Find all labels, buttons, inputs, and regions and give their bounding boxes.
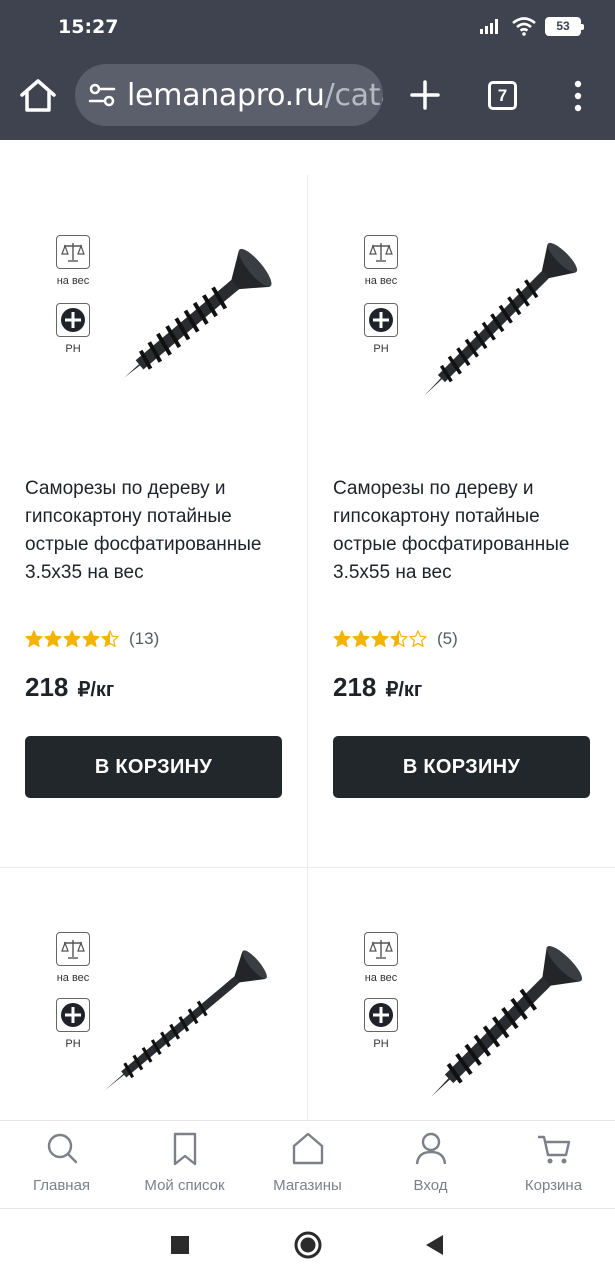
- product-grid: на вес PH Саморезы по дереву и гипсокарт…: [0, 140, 615, 1120]
- search-icon: [47, 1133, 77, 1164]
- phillips-icon: [61, 308, 85, 332]
- site-settings-icon[interactable]: [87, 80, 117, 110]
- tab-switcher-button[interactable]: 7: [488, 81, 517, 110]
- star-icon: [333, 630, 351, 647]
- rating-stars: [25, 630, 119, 648]
- nav-my-list[interactable]: Мой список: [123, 1121, 246, 1208]
- star-icon: [25, 630, 43, 647]
- browser-toolbar: lemanapro.ru/cata 7: [0, 52, 615, 140]
- product-rating: (13): [25, 629, 159, 649]
- product-price: 218 ₽/кг: [25, 672, 115, 702]
- product-title[interactable]: Саморезы по дереву и гипсокартону потайн…: [333, 475, 595, 587]
- nav-cart[interactable]: Корзина: [492, 1121, 615, 1208]
- bookmark-icon: [173, 1132, 196, 1166]
- product-image[interactable]: на вес PH: [308, 175, 615, 465]
- bottom-navigation: Главная Мой список Магазины Вход Корзина: [0, 1120, 615, 1208]
- add-to-cart-button[interactable]: В КОРЗИНУ: [333, 736, 590, 798]
- product-card[interactable]: на вес PH: [308, 868, 615, 1120]
- star-icon: [409, 630, 427, 647]
- weight-badge: на вес: [363, 932, 399, 984]
- review-count[interactable]: (13): [129, 629, 159, 649]
- screw-image: [104, 950, 267, 1091]
- nav-login[interactable]: Вход: [369, 1121, 492, 1208]
- product-image[interactable]: на вес PH: [308, 868, 615, 1120]
- screw-image: [124, 248, 272, 378]
- scales-icon: [369, 243, 393, 262]
- product-title[interactable]: Саморезы по дереву и гипсокартону потайн…: [25, 475, 287, 587]
- scales-icon: [61, 243, 85, 262]
- address-bar[interactable]: lemanapro.ru/cata: [75, 64, 383, 126]
- head-type-badge: PH: [363, 998, 399, 1050]
- recents-icon[interactable]: [170, 1235, 190, 1255]
- scales-icon: [369, 940, 393, 959]
- star-icon: [101, 630, 119, 647]
- status-bar: 15:27 53: [0, 0, 615, 52]
- product-image[interactable]: на вес PH: [0, 868, 308, 1120]
- phillips-icon: [369, 308, 393, 332]
- product-card[interactable]: на вес PH: [308, 175, 615, 868]
- scales-icon: [61, 940, 85, 959]
- home-circle-icon[interactable]: [293, 1230, 323, 1260]
- star-icon: [390, 630, 408, 647]
- battery-icon: 53: [545, 16, 584, 36]
- phillips-icon: [369, 1003, 393, 1027]
- home-icon[interactable]: [16, 76, 60, 116]
- star-icon: [44, 630, 62, 647]
- star-icon: [352, 630, 370, 647]
- status-time: 15:27: [58, 16, 119, 38]
- new-tab-icon[interactable]: [407, 77, 443, 113]
- url-text: lemanapro.ru/cata: [127, 77, 383, 113]
- user-icon: [415, 1132, 446, 1165]
- nav-home[interactable]: Главная: [0, 1121, 123, 1208]
- status-icons: 53: [479, 16, 584, 36]
- phillips-icon: [61, 1003, 85, 1027]
- rating-stars: [333, 630, 427, 648]
- wifi-icon: [512, 17, 536, 36]
- more-menu-icon[interactable]: [568, 78, 588, 114]
- product-card[interactable]: на вес PH: [0, 868, 308, 1120]
- nav-stores[interactable]: Магазины: [246, 1121, 369, 1208]
- store-icon: [292, 1132, 323, 1165]
- product-price: 218 ₽/кг: [333, 672, 423, 702]
- star-icon: [82, 630, 100, 647]
- product-card[interactable]: на вес PH: [0, 175, 308, 868]
- back-icon[interactable]: [423, 1233, 445, 1257]
- signal-icon: [480, 19, 498, 34]
- screw-image: [423, 242, 578, 397]
- screw-image: [431, 945, 583, 1097]
- system-navigation-bar: [0, 1208, 615, 1280]
- cart-icon: [537, 1135, 570, 1164]
- star-icon: [63, 630, 81, 647]
- product-rating: (5): [333, 629, 458, 649]
- star-icon: [371, 630, 389, 647]
- review-count[interactable]: (5): [437, 629, 458, 649]
- product-image[interactable]: на вес PH: [0, 175, 308, 465]
- add-to-cart-button[interactable]: В КОРЗИНУ: [25, 736, 282, 798]
